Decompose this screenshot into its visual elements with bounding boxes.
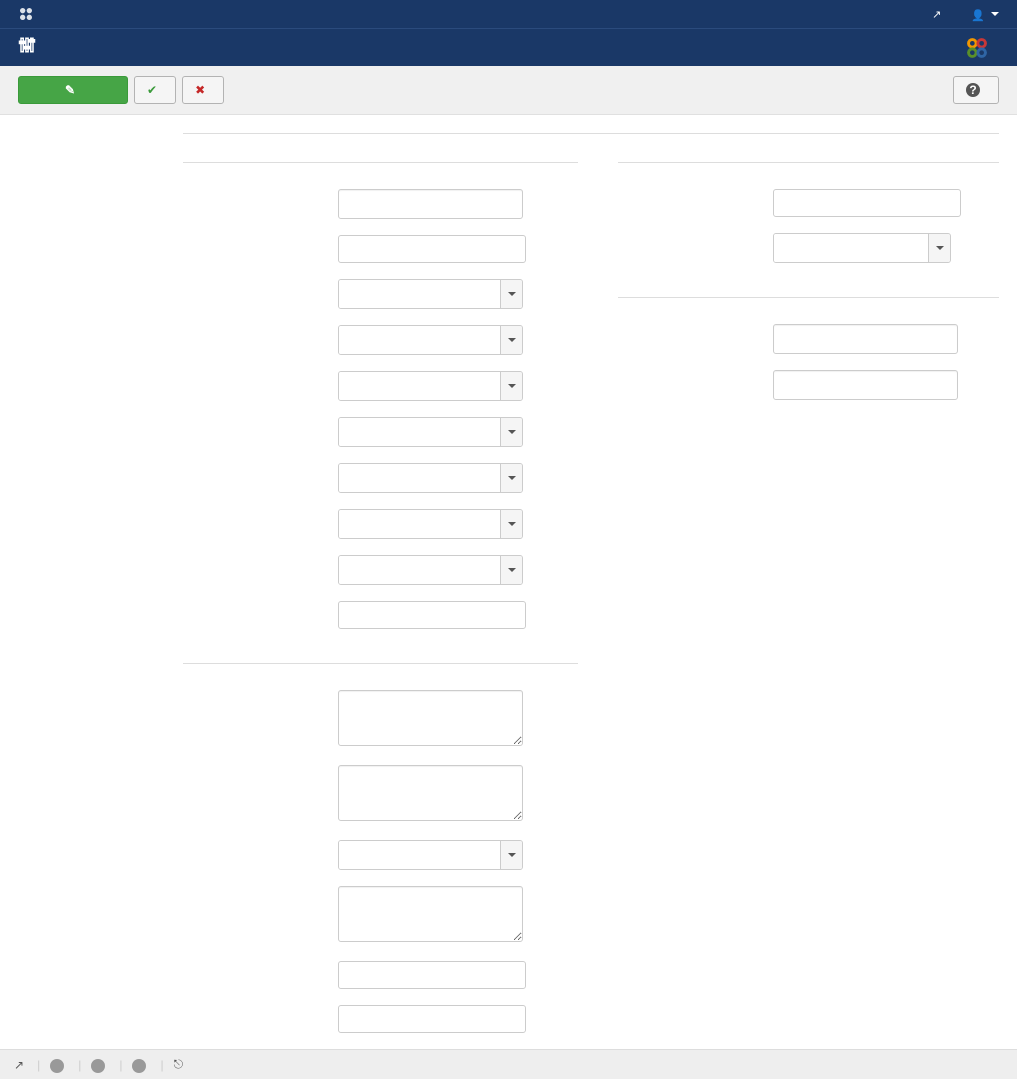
top-site-link[interactable] — [920, 3, 951, 26]
label-content-rights — [183, 886, 338, 892]
tabs — [183, 133, 999, 134]
top-menu-bar — [0, 0, 1017, 28]
select-robots[interactable] — [338, 840, 523, 870]
select-feed-limit[interactable] — [338, 509, 523, 539]
textarea-meta-keywords[interactable] — [338, 765, 523, 821]
label-list-limit — [183, 463, 338, 469]
help-icon — [966, 83, 980, 97]
select-list-limit[interactable] — [338, 463, 523, 493]
action-toolbar — [0, 66, 1017, 115]
chevron-down-icon — [500, 556, 522, 584]
input-cookie-domain[interactable] — [773, 324, 958, 354]
joomla-brand-icon[interactable] — [8, 1, 44, 27]
cancel-icon — [195, 84, 205, 96]
label-default-captcha — [183, 371, 338, 377]
select-feed-email[interactable] — [338, 555, 523, 585]
toggle-block-floc[interactable] — [338, 601, 526, 629]
label-site-name-titles — [618, 233, 773, 239]
label-show-version — [183, 1005, 338, 1011]
select-site-name-titles[interactable] — [773, 233, 951, 263]
brand-logo — [963, 34, 995, 62]
textarea-meta-desc[interactable] — [338, 690, 523, 746]
section-cookie-settings — [618, 289, 999, 298]
label-inline-editing — [183, 279, 338, 285]
chevron-down-icon — [500, 464, 522, 492]
select-default-access[interactable] — [338, 417, 523, 447]
chevron-down-icon — [500, 326, 522, 354]
label-author-meta — [183, 961, 338, 967]
sidebar — [14, 115, 169, 1049]
user-icon — [971, 7, 985, 22]
top-user-menu[interactable] — [961, 2, 1009, 27]
textarea-content-rights[interactable] — [338, 886, 523, 942]
chevron-down-icon — [500, 841, 522, 869]
label-site-name — [183, 189, 338, 195]
check-icon — [147, 84, 157, 96]
config-icon — [18, 36, 36, 59]
select-inline-editing[interactable] — [338, 279, 523, 309]
label-cookie-path — [618, 370, 773, 376]
label-default-editor — [183, 325, 338, 331]
label-sef — [618, 189, 773, 195]
label-meta-desc — [183, 690, 338, 696]
status-bar: | | | | — [0, 1049, 1017, 1079]
toggle-show-version[interactable] — [338, 1005, 526, 1033]
chevron-down-icon — [500, 372, 522, 400]
save-close-button[interactable] — [134, 76, 176, 104]
chevron-down-icon — [500, 280, 522, 308]
section-seo-settings — [618, 154, 999, 163]
help-button[interactable] — [953, 76, 999, 104]
chevron-down-icon — [500, 510, 522, 538]
label-robots — [183, 840, 338, 846]
status-logout[interactable] — [174, 1057, 188, 1072]
chevron-down-icon — [500, 418, 522, 446]
section-metadata-settings — [183, 655, 578, 664]
label-cookie-domain — [618, 324, 773, 330]
label-feed-limit — [183, 509, 338, 515]
toggle-sef[interactable] — [773, 189, 961, 217]
cancel-button[interactable] — [182, 76, 224, 104]
status-admins[interactable] — [91, 1058, 109, 1072]
save-icon — [65, 84, 75, 96]
save-button[interactable] — [18, 76, 128, 104]
chevron-down-icon — [928, 234, 950, 262]
section-site-settings — [183, 154, 578, 163]
input-site-name[interactable] — [338, 189, 523, 219]
label-block-floc — [183, 601, 338, 607]
select-default-captcha[interactable] — [338, 371, 523, 401]
toggle-site-offline[interactable] — [338, 235, 526, 263]
label-feed-email — [183, 555, 338, 561]
label-meta-keywords — [183, 765, 338, 771]
status-messages[interactable] — [132, 1058, 150, 1072]
select-default-editor[interactable] — [338, 325, 523, 355]
label-site-offline — [183, 235, 338, 241]
input-cookie-path[interactable] — [773, 370, 958, 400]
sidebar-heading-system — [14, 143, 169, 151]
page-header — [0, 28, 1017, 66]
sidebar-heading-component — [14, 165, 169, 173]
status-view-site[interactable] — [14, 1058, 27, 1072]
toggle-author-meta[interactable] — [338, 961, 526, 989]
label-default-access — [183, 417, 338, 423]
status-visitors[interactable] — [50, 1058, 68, 1072]
